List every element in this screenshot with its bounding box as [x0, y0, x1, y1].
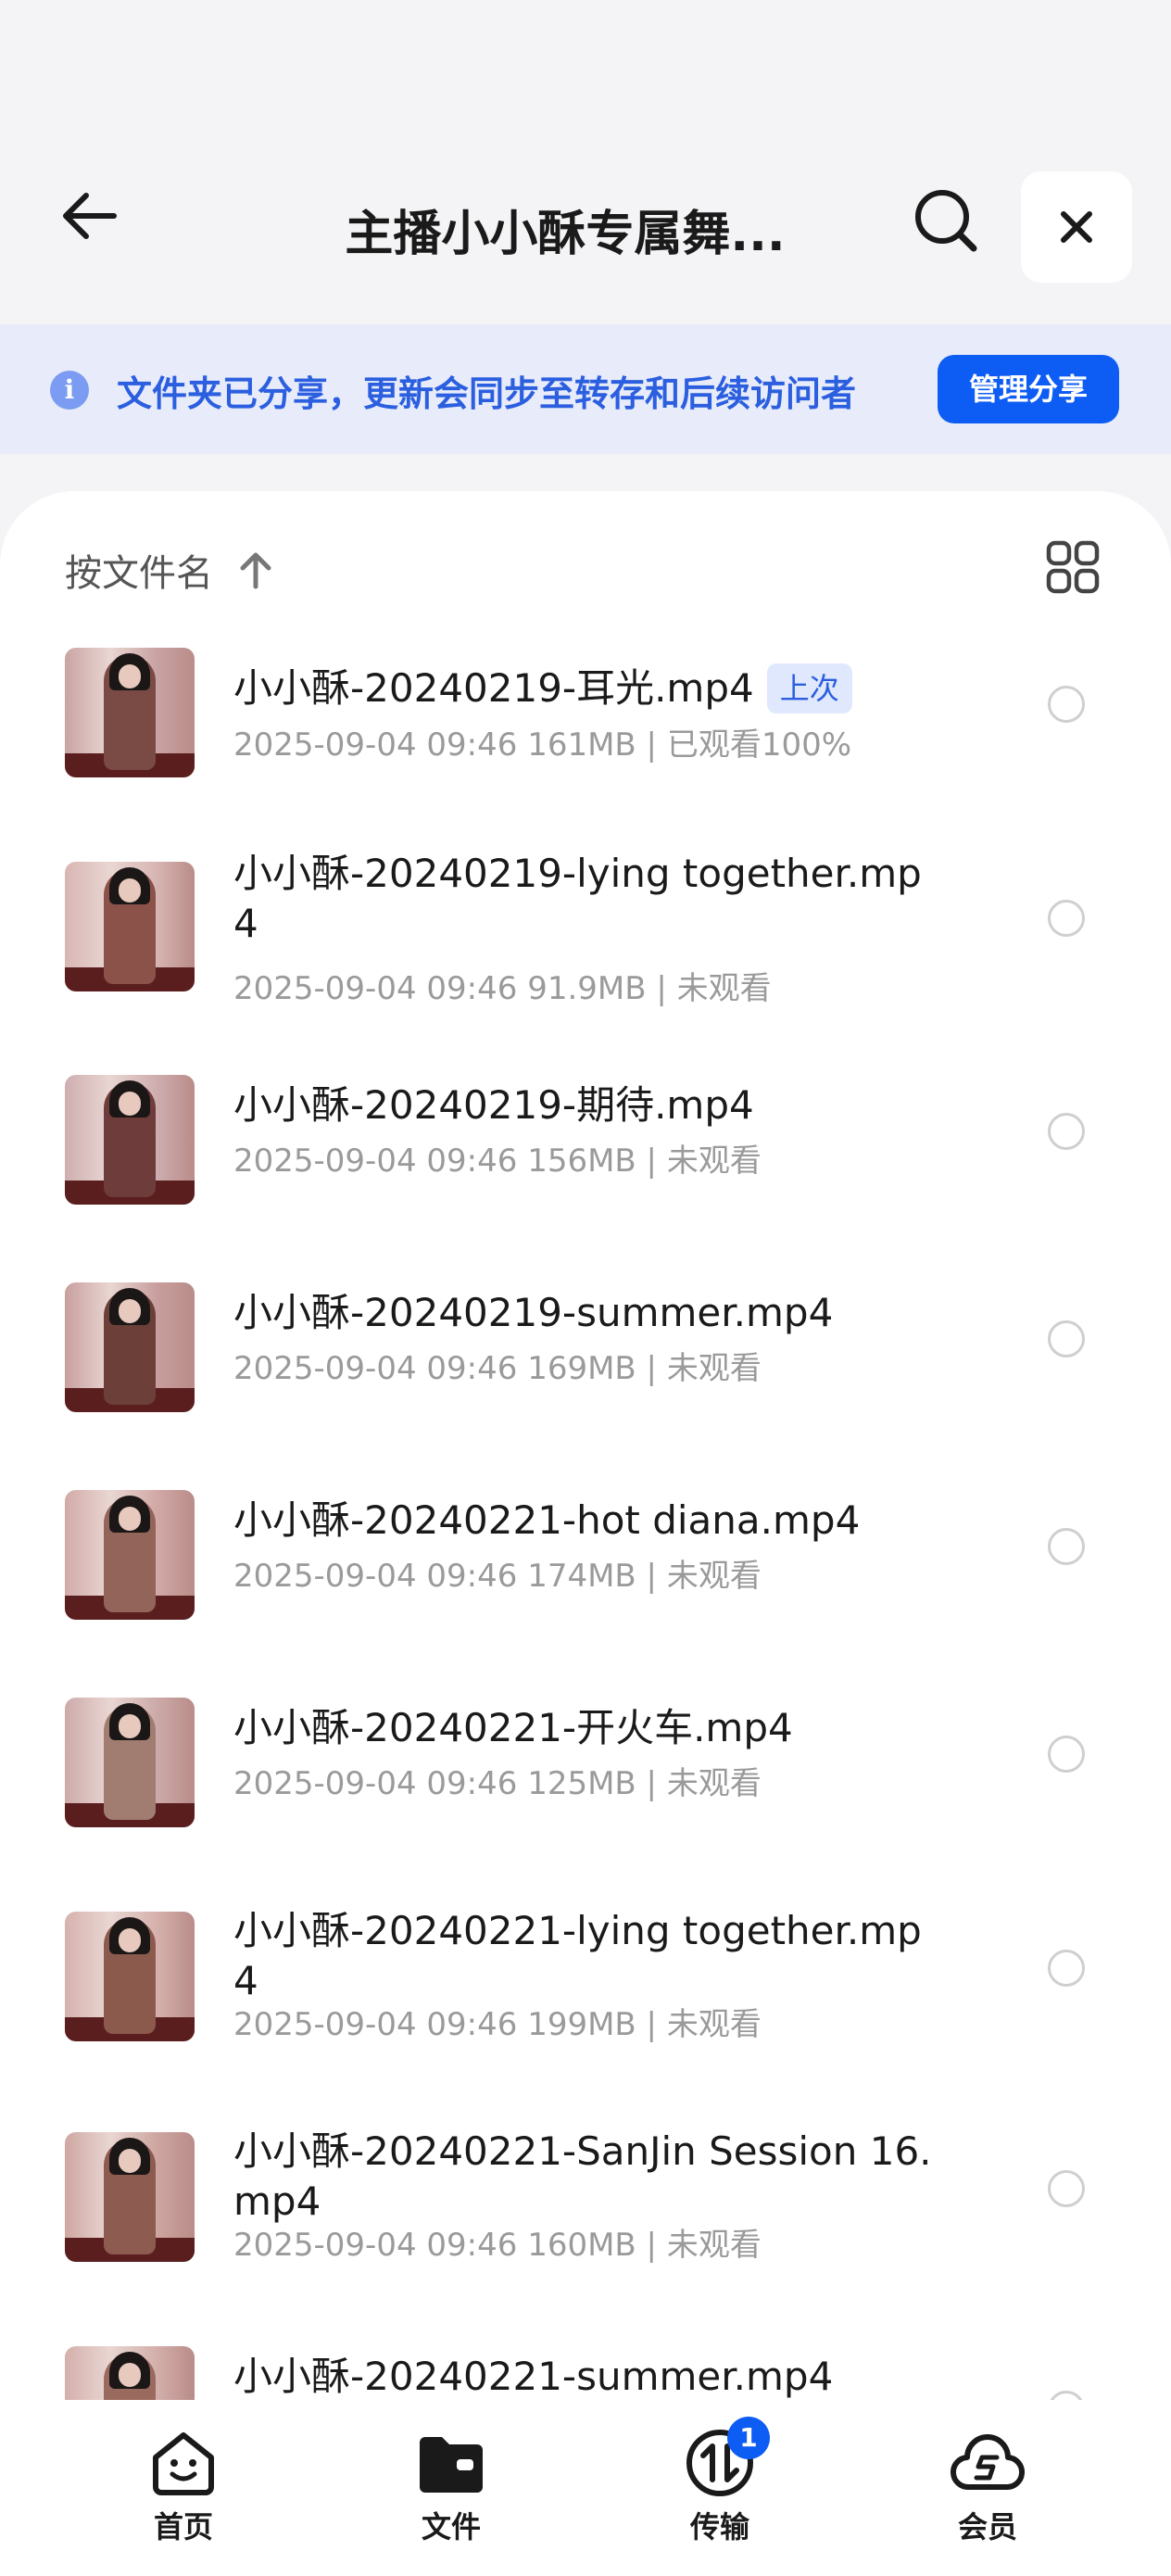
folder-icon — [414, 2426, 488, 2500]
video-thumbnail — [65, 1698, 195, 1827]
search-button[interactable] — [903, 178, 988, 263]
nav-transfer[interactable]: 1 传输 — [646, 2417, 794, 2546]
file-name: 小小酥-20240221-summer.mp4 — [233, 2352, 938, 2402]
info-icon: i — [50, 371, 89, 410]
file-name: 小小酥-20240219-期待.mp4 — [233, 1080, 938, 1130]
status-bar-space — [0, 0, 1171, 139]
transfer-count-badge: 1 — [727, 2417, 770, 2459]
arrow-left-icon — [63, 193, 117, 239]
file-name-text: 小小酥-20240221-summer.mp4 — [233, 2354, 834, 2399]
file-meta: 2025-09-04 09:46 156MB | 未观看 — [233, 1143, 762, 1180]
page-title: 主播小小酥专属舞... — [345, 207, 786, 262]
share-notice-banner: i 文件夹已分享，更新会同步至转存和后续访问者 管理分享 — [0, 324, 1171, 454]
nav-files-label: 文件 — [421, 2509, 481, 2544]
file-name-text: 小小酥-20240221-lying together.mp4 — [233, 1908, 922, 2003]
grid-view-toggle[interactable] — [1045, 539, 1101, 595]
file-name: 小小酥-20240221-hot diana.mp4 — [233, 1496, 938, 1546]
arrow-up-icon — [237, 549, 274, 590]
nav-home[interactable]: 首页 — [109, 2426, 258, 2546]
select-radio[interactable] — [1048, 1736, 1085, 1773]
nav-home-label: 首页 — [153, 2509, 213, 2544]
close-icon — [1061, 211, 1092, 243]
video-thumbnail — [65, 2132, 195, 2262]
video-thumbnail — [65, 862, 195, 991]
select-radio[interactable] — [1048, 1320, 1085, 1357]
manage-share-button[interactable]: 管理分享 — [938, 355, 1119, 423]
nav-transfer-label: 传输 — [689, 2509, 749, 2544]
video-thumbnail — [65, 1490, 195, 1620]
file-meta: 2025-09-04 09:46 91.9MB | 未观看 — [233, 970, 772, 1007]
video-thumbnail — [65, 648, 195, 777]
nav-files[interactable]: 文件 — [377, 2426, 525, 2546]
top-header: 主播小小酥专属舞... — [0, 139, 1171, 324]
video-thumbnail — [65, 1912, 195, 2041]
file-name: 小小酥-20240221-lying together.mp4 — [233, 1906, 938, 2006]
file-meta: 2025-09-04 09:46 199MB | 未观看 — [233, 2006, 762, 2043]
select-radio[interactable] — [1048, 1113, 1085, 1150]
last-watched-tag: 上次 — [766, 663, 852, 713]
file-name-text: 小小酥-20240221-hot diana.mp4 — [233, 1497, 861, 1543]
file-meta: 2025-09-04 09:46 161MB | 已观看100% — [233, 726, 852, 764]
nav-vip-label: 会员 — [957, 2509, 1017, 2544]
file-meta: 2025-09-04 09:46 174MB | 未观看 — [233, 1558, 762, 1595]
file-name: 小小酥-20240221-开火车.mp4 — [233, 1703, 938, 1753]
file-name-text: 小小酥-20240219-lying together.mp4 — [233, 851, 922, 946]
file-meta: 2025-09-04 09:46 125MB | 未观看 — [233, 1765, 762, 1802]
file-meta: 2025-09-04 09:46 160MB | 未观看 — [233, 2227, 762, 2264]
file-name: 小小酥-20240219-summer.mp4 — [233, 1288, 938, 1338]
file-name: 小小酥-20240221-SanJin Session 16.mp4 — [233, 2127, 938, 2227]
close-button[interactable] — [1021, 171, 1132, 283]
search-icon — [915, 190, 977, 252]
sort-label: 按文件名 — [65, 552, 213, 595]
transfer-icon: 1 — [683, 2417, 770, 2500]
share-notice-text: 文件夹已分享，更新会同步至转存和后续访问者 — [117, 373, 857, 414]
select-radio[interactable] — [1048, 1950, 1085, 1987]
back-button[interactable] — [48, 174, 132, 258]
file-name-text: 小小酥-20240219-期待.mp4 — [233, 1082, 754, 1128]
bottom-navigation: 首页 文件 1 传输 会员 — [0, 2400, 1171, 2576]
file-meta: 2025-09-04 09:46 169MB | 未观看 — [233, 1350, 762, 1387]
file-name: 小小酥-20240219-lying together.mp4 — [233, 849, 938, 949]
video-thumbnail — [65, 1282, 195, 1412]
file-name-text: 小小酥-20240221-SanJin Session 16.mp4 — [233, 2128, 932, 2224]
nav-vip[interactable]: 会员 — [913, 2426, 1062, 2546]
select-radio[interactable] — [1048, 900, 1085, 937]
grid-view-icon — [1046, 540, 1100, 594]
select-radio[interactable] — [1048, 2170, 1085, 2207]
home-face-icon — [146, 2426, 220, 2500]
file-name-text: 小小酥-20240221-开火车.mp4 — [233, 1705, 793, 1750]
sort-by-name-button[interactable]: 按文件名 — [65, 543, 274, 597]
file-list-card: 按文件名 小小酥-20240219-耳光.mp4 上次 2025-09-04 09:… — [0, 491, 1171, 2576]
vip-cloud-icon — [951, 2426, 1025, 2500]
select-radio[interactable] — [1048, 1528, 1085, 1565]
file-name-text: 小小酥-20240219-耳光.mp4 — [233, 665, 754, 711]
video-thumbnail — [65, 1075, 195, 1205]
select-radio[interactable] — [1048, 686, 1085, 723]
file-name-text: 小小酥-20240219-summer.mp4 — [233, 1290, 834, 1335]
file-name: 小小酥-20240219-耳光.mp4 上次 — [233, 663, 938, 713]
